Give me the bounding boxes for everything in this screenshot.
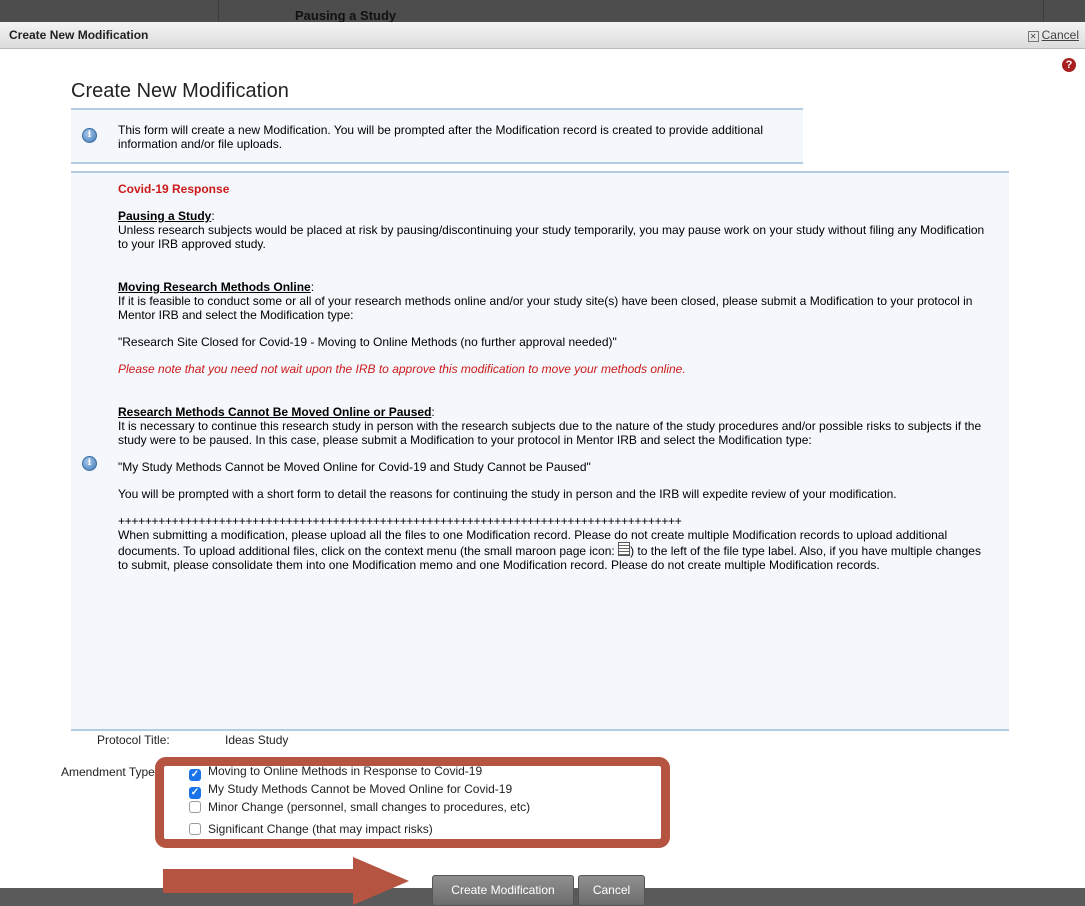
pause-section: Pausing a Study: <box>118 209 215 223</box>
upload-instructions: When submitting a modification, please u… <box>118 528 988 572</box>
dialog-cancel-link[interactable]: ✕ Cancel <box>1027 28 1079 42</box>
cannot-text: It is necessary to continue this researc… <box>118 419 982 447</box>
info-text: This form will create a new Modification… <box>118 123 763 151</box>
info-icon: i <box>82 128 97 143</box>
background-window: Pausing a Study <box>0 0 1085 23</box>
dialog-cancel-label: Cancel <box>1041 28 1079 42</box>
cannot-type: "My Study Methods Cannot be Moved Online… <box>118 460 591 474</box>
separator: ++++++++++++++++++++++++++++++++++++++++… <box>118 514 682 528</box>
annotation-arrow-icon <box>163 857 409 905</box>
online-type: "Research Site Closed for Covid-19 - Mov… <box>118 335 617 349</box>
cannot-followup: You will be prompted with a short form t… <box>118 487 897 501</box>
help-icon[interactable]: ? <box>1062 58 1076 72</box>
amendment-type-label: Amendment Type: <box>61 765 159 779</box>
online-text: If it is feasible to conduct some or all… <box>118 294 973 322</box>
covid-title: Covid-19 Response <box>118 182 230 196</box>
dialog-title: Create New Modification <box>9 28 149 42</box>
create-modification-button[interactable]: Create Modification <box>432 875 574 906</box>
page-icon <box>618 542 631 556</box>
covid-content: Covid-19 Response Pausing a Study: Unles… <box>118 182 988 572</box>
online-heading: Moving Research Methods Online <box>118 280 311 294</box>
cannot-heading: Research Methods Cannot Be Moved Online … <box>118 405 432 419</box>
covid-response-box: i Covid-19 Response Pausing a Study: Unl… <box>71 171 1009 731</box>
protocol-title-label: Protocol Title: <box>97 733 170 747</box>
create-modification-dialog: Create New Modification ✕ Cancel ? Create… <box>0 22 1085 906</box>
pause-text: Unless research subjects would be placed… <box>118 223 985 251</box>
annotation-highlight-box <box>155 757 670 848</box>
cancel-button[interactable]: Cancel <box>578 875 645 906</box>
info-box: i This form will create a new Modificati… <box>71 108 803 164</box>
dialog-titlebar: Create New Modification ✕ Cancel <box>0 22 1085 49</box>
background-divider <box>218 0 219 22</box>
info-icon: i <box>82 456 97 471</box>
background-divider <box>1043 0 1044 22</box>
protocol-title-value: Ideas Study <box>225 733 289 747</box>
online-note: Please note that you need not wait upon … <box>118 362 686 376</box>
page-title: Create New Modification <box>71 80 289 102</box>
background-title: Pausing a Study <box>295 8 397 23</box>
online-section: Moving Research Methods Online: <box>118 280 315 294</box>
pause-heading: Pausing a Study <box>118 209 212 223</box>
close-icon: ✕ <box>1027 31 1039 42</box>
cannot-section: Research Methods Cannot Be Moved Online … <box>118 405 435 419</box>
